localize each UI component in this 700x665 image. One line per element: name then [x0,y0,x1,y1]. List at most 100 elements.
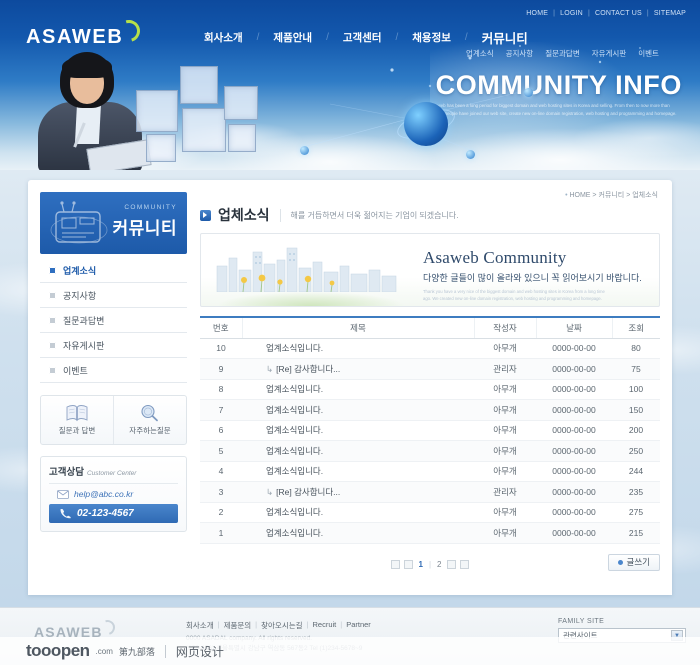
hero-title: COMMUNITY INFO [435,70,682,100]
pagination-page-2[interactable]: 2 [435,560,443,569]
cell-subject[interactable]: ↳ [Re] 감사합니다... [242,358,474,380]
sidebar-item-notice[interactable]: 공지사항 [40,283,187,308]
cell-no: 6 [200,420,242,441]
subnav-item-freeboard[interactable]: 자유게시판 [592,48,627,59]
table-row[interactable]: 8 업계소식입니다. 아무개 0000-00-00 100 [200,379,660,400]
sidebar-item-freeboard[interactable]: 자유게시판 [40,333,187,358]
table-header-row: 번호 제목 작성자 날짜 조회 [200,318,660,339]
pagination-page-1[interactable]: 1 [417,560,425,569]
cell-hits: 250 [612,440,660,462]
cell-subject[interactable]: 업계소식입니다. [242,522,474,544]
watermark-brand: tooopen [26,641,90,660]
family-site-label: FAMILY SITE [558,618,605,625]
cell-hits: 215 [612,522,660,544]
cell-hits: 200 [612,420,660,441]
banner-subtitle: 다양한 글들이 많이 올라와 있으니 꼭 읽어보시기 바랍니다. [423,273,642,283]
magnifier-icon [141,404,158,422]
nav-item-company[interactable]: 회사소개 [190,30,257,45]
cell-date: 0000-00-00 [536,481,612,503]
subnav-item-news[interactable]: 업계소식 [466,48,494,59]
nav-item-community[interactable]: 커뮤니티 [468,28,542,47]
cell-date: 0000-00-00 [536,358,612,380]
footer-link-directions[interactable]: 찾아오시는길 [261,620,302,631]
footer-link-recruit[interactable]: Recruit [312,620,336,631]
table-row[interactable]: 4 업계소식입니다. 아무개 0000-00-00 244 [200,461,660,482]
customer-center-box: 고객상담 Customer Center help@abc.co.kr 02-12… [40,456,187,532]
table-row[interactable]: 10 업계소식입니다. 아무개 0000-00-00 80 [200,338,660,359]
breadcrumb-item-community[interactable]: 커뮤니티 [598,192,624,199]
table-row[interactable]: 9 ↳ [Re] 감사합니다... 관리자 0000-00-00 75 [200,358,660,380]
table-row[interactable]: 6 업계소식입니다. 아무개 0000-00-00 200 [200,420,660,441]
table-row[interactable]: 7 업계소식입니다. 아무개 0000-00-00 150 [200,399,660,421]
cell-subject[interactable]: 업계소식입니다. [242,379,474,400]
sidebar-item-label: 공지사항 [63,290,97,301]
banner-text: Asaweb Community 다양한 글들이 많이 올라와 있으니 꼭 읽어… [423,248,642,302]
footer-links[interactable]: 회사소개 | 제품문의 | 찾아오시는길 | Recruit | Partner [186,620,371,631]
table-row[interactable]: 2 업계소식입니다. 아무개 0000-00-00 275 [200,502,660,523]
community-banner: Asaweb Community 다양한 글들이 많이 올라와 있으니 꼭 읽어… [200,233,660,307]
sidebar-menu[interactable]: 업계소식 공지사항 질문과답변 자유게시판 이벤트 [40,258,187,383]
cell-writer: 관리자 [474,481,536,503]
sidebar-item-news[interactable]: 업계소식 [40,258,187,283]
cell-subject[interactable]: 업계소식입니다. [242,440,474,462]
pagination-last-button[interactable] [460,560,470,569]
nav-item-recruit[interactable]: 채용정보 [398,30,465,45]
quick-link-qna[interactable]: 질문과 답변 [41,396,113,444]
breadcrumb-sep: > [592,192,597,199]
utility-link-contact[interactable]: CONTACT US [595,10,642,17]
page-title-row: 업체소식 해를 거듭하면서 더욱 젊어지는 기업이 되겠습니다. [200,205,660,231]
pagination[interactable]: 1 | 2 [390,560,470,569]
sub-nav[interactable]: 업계소식 공지사항 질문과답변 자유게시판 이벤트 [466,48,659,59]
customer-center-phone-row[interactable]: 02-123-4567 [49,504,178,523]
cell-subject[interactable]: ↳ [Re] 감사합니다... [242,481,474,503]
mini-globe-icon [300,146,309,155]
pagination-first-button[interactable] [390,560,400,569]
sidebar-item-event[interactable]: 이벤트 [40,358,187,383]
cell-subject[interactable]: 업계소식입니다. [242,338,474,359]
community-illustration-icon [50,201,108,244]
subnav-item-event[interactable]: 이벤트 [638,48,659,59]
utility-nav[interactable]: HOME | LOGIN | CONTACT US | SITEMAP [526,10,686,17]
table-row[interactable]: 1 업계소식입니다. 아무개 0000-00-00 215 [200,522,660,544]
utility-link-sitemap[interactable]: SITEMAP [654,10,686,17]
cell-writer: 아무개 [474,420,536,441]
table-row[interactable]: 5 업계소식입니다. 아무개 0000-00-00 250 [200,440,660,462]
mini-globe-icon [466,150,475,159]
utility-link-home[interactable]: HOME [526,10,548,17]
cell-subject[interactable]: 업계소식입니다. [242,399,474,421]
board-table: 번호 제목 작성자 날짜 조회 10 업계소식입니다. 아무개 0000-00- [200,318,660,544]
cell-subject[interactable]: 업계소식입니다. [242,502,474,523]
write-button[interactable]: 글쓰기 [607,553,660,571]
subnav-item-qna[interactable]: 질문과답변 [545,48,580,59]
nav-item-products[interactable]: 제품안내 [259,30,326,45]
banner-fine-print: Thank you have a very nice of the bigges… [423,289,605,302]
watermark-bar: tooopen .com 第九部落 网页设计 [0,637,700,665]
table-row[interactable]: 3 ↳ [Re] 감사합니다... 관리자 0000-00-00 235 [200,481,660,503]
sidebar-item-qna[interactable]: 질문과답변 [40,308,187,333]
footer-link-partner[interactable]: Partner [346,620,371,631]
sidebar-header: COMMUNITY 커뮤니티 [40,192,187,254]
cell-no: 7 [200,399,242,421]
nav-item-support[interactable]: 고객센터 [329,30,396,45]
pagination-next-button[interactable] [447,560,457,569]
customer-center-email: help@abc.co.kr [74,489,134,499]
subnav-item-notice[interactable]: 공지사항 [506,48,534,59]
cell-subject[interactable]: 업계소식입니다. [242,461,474,482]
utility-link-login[interactable]: LOGIN [560,10,583,17]
site-logo[interactable]: ASAWEB [26,26,123,49]
quick-links[interactable]: 질문과 답변 자주하는질문 [40,395,187,445]
cell-subject[interactable]: 업계소식입니다. [242,420,474,441]
pagination-prev-button[interactable] [403,560,413,569]
customer-center-title-en: Customer Center [86,470,137,477]
breadcrumb-dot-icon: • [565,192,568,199]
divider [279,208,281,222]
customer-center-email-row[interactable]: help@abc.co.kr [49,489,178,499]
main-nav[interactable]: 회사소개 / 제품안내 / 고객센터 / 채용정보 / 커뮤니티 [190,28,542,47]
banner-title: Asaweb Community [423,248,567,267]
footer-link-inquiry[interactable]: 제품문의 [224,620,252,631]
cell-hits: 80 [612,338,660,359]
breadcrumb-item-home[interactable]: HOME [569,192,590,199]
footer-link-company[interactable]: 회사소개 [186,620,214,631]
footer-link-sep: | [306,620,309,629]
quick-link-faq[interactable]: 자주하는질문 [113,396,186,444]
